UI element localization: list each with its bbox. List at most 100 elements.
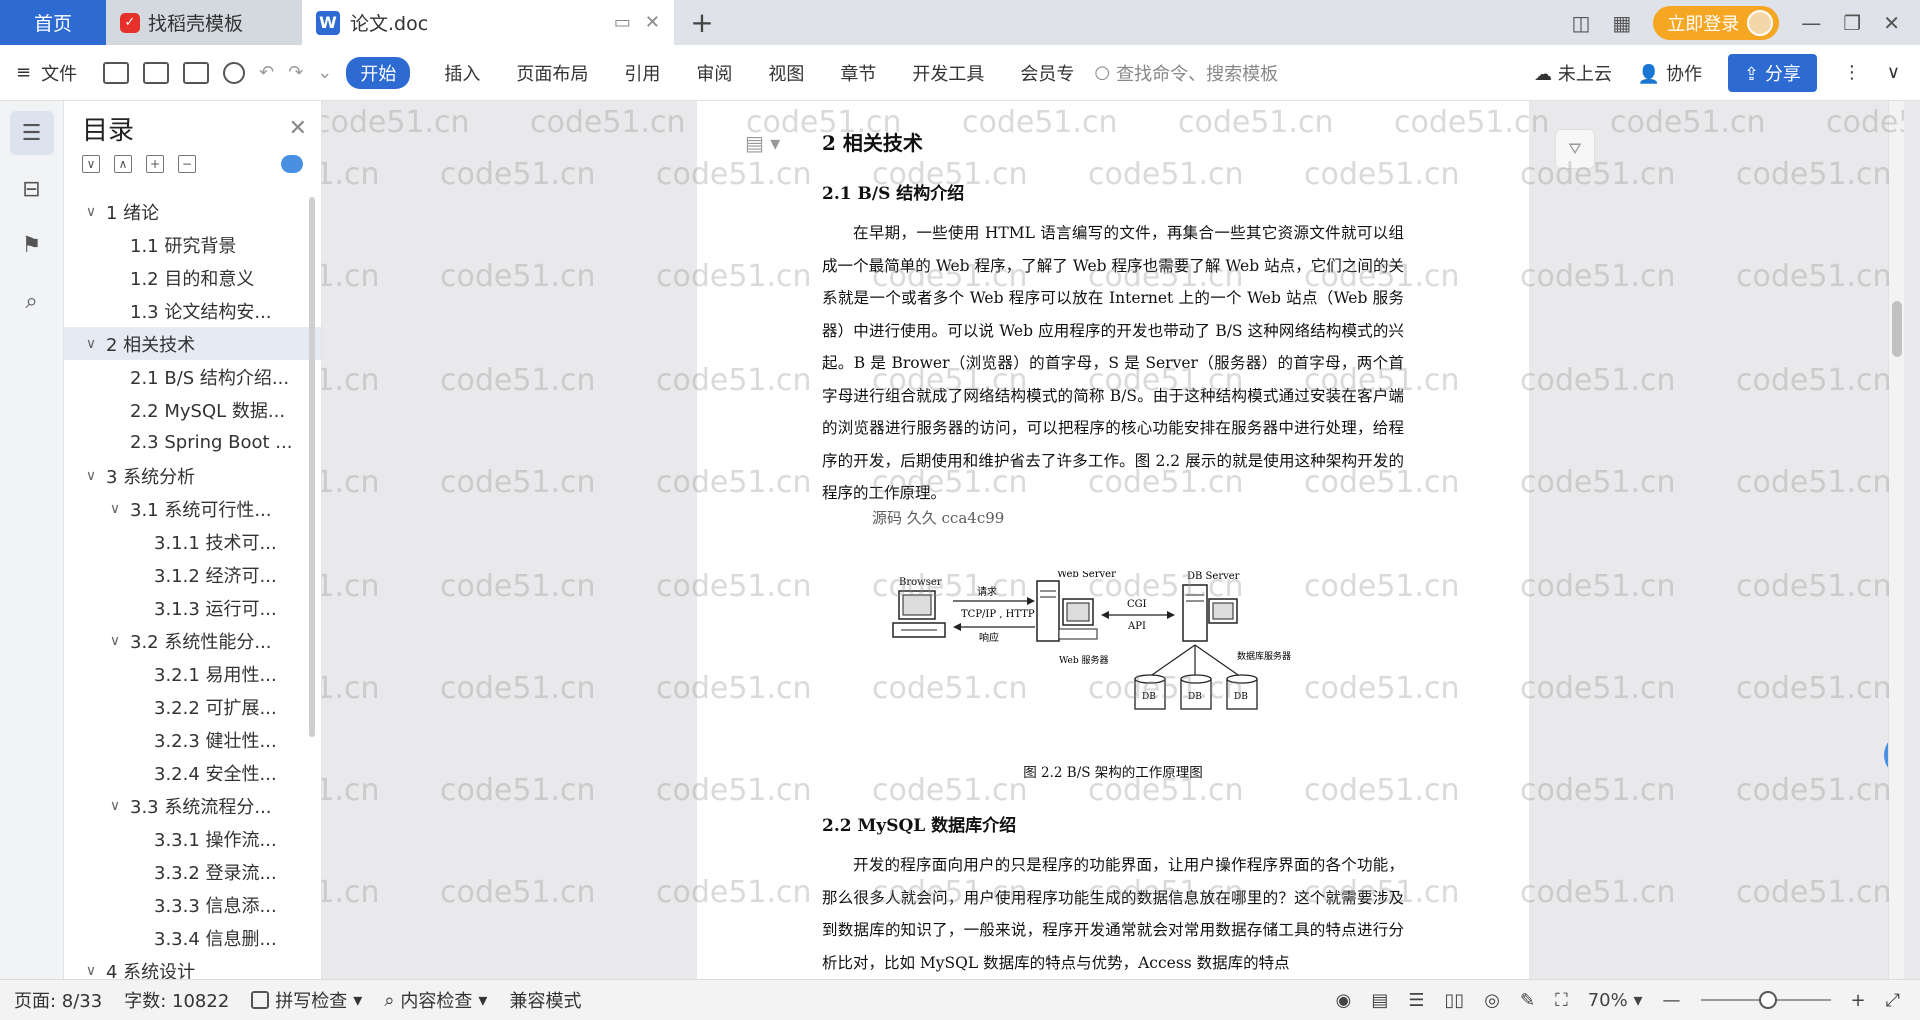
page-view-icon[interactable]: ▤ [1371,990,1388,1011]
smart-toc-icon[interactable] [281,155,303,173]
content-check[interactable]: ⌕ 内容检查 ▾ [384,987,487,1013]
toc-scrollbar[interactable] [309,197,315,737]
more-dropdown-icon[interactable]: ⌄ [317,62,332,83]
toc-item[interactable]: ∨ 2 相关技术 [64,327,321,360]
filter-icon[interactable]: ⛛ [1555,129,1595,169]
menu-references[interactable]: 引用 [624,60,660,86]
chevron-down-icon[interactable]: ∨ [106,798,124,814]
menu-member[interactable]: 会员专 [1020,60,1074,86]
export-icon[interactable] [143,61,170,84]
chevron-down-icon[interactable]: ∨ [82,963,100,979]
toc-item[interactable]: 3.2.1 易用性... [64,657,321,690]
find-icon[interactable]: ⌕ [10,279,54,323]
page-count[interactable]: 页面: 8/33 [14,987,102,1013]
toc-item[interactable]: 2.1 B/S 结构介绍... [64,360,321,393]
undo-icon[interactable]: ↶ [259,62,274,83]
zoom-out-icon[interactable]: — [1663,990,1681,1011]
redo-icon[interactable]: ↷ [288,62,303,83]
menu-insert[interactable]: 插入 [444,60,480,86]
toc-item[interactable]: 2.3 Spring Boot ... [64,426,321,459]
collaborate-button[interactable]: 👤 协作 [1638,60,1702,86]
toc-item[interactable]: 3.3.2 登录流... [64,855,321,888]
toc-item[interactable]: 1.3 论文结构安... [64,294,321,327]
login-button[interactable]: 立即登录 [1653,5,1780,40]
toc-item[interactable]: 3.3.1 操作流... [64,822,321,855]
toc-item[interactable]: 3.1.2 经济可... [64,558,321,591]
chevron-down-icon[interactable]: ∨ [82,468,100,484]
toc-item[interactable]: 3.2.3 健壮性... [64,723,321,756]
share-button[interactable]: ⇪ 分享 [1728,53,1817,92]
document-outline-icon[interactable]: ▤ ▾ [745,131,780,155]
menu-view[interactable]: 视图 [768,60,804,86]
add-heading-icon[interactable]: + [146,155,164,173]
zoom-knob[interactable] [1758,991,1777,1009]
toc-item[interactable]: 1.2 目的和意义 [64,261,321,294]
toc-item[interactable]: 3.2.4 安全性... [64,756,321,789]
toc-item[interactable]: 2.2 MySQL 数据... [64,393,321,426]
toc-item[interactable]: 3.1.3 运行可... [64,591,321,624]
fullscreen-icon[interactable]: ⤢ [1886,990,1900,1011]
toc-item[interactable]: ∨ 3.3 系统流程分... [64,789,321,822]
layout-icon[interactable]: ◫ [1571,11,1590,35]
tab-document[interactable]: W 论文.doc ▭ ✕ [302,0,674,45]
menu-start[interactable]: 开始 [346,56,411,89]
eye-protection-icon[interactable]: ◉ [1336,990,1352,1011]
vertical-scrollbar[interactable] [1888,101,1904,979]
menu-developer[interactable]: 开发工具 [912,60,984,86]
save-icon[interactable] [103,61,130,84]
toc-item[interactable]: ∨ 4 系统设计 [64,954,321,980]
menu-page-layout[interactable]: 页面布局 [516,60,588,86]
word-count[interactable]: 字数: 10822 [124,987,229,1013]
new-tab-button[interactable]: + [674,0,730,45]
fit-page-icon[interactable]: ⛶ [1555,990,1568,1011]
file-menu[interactable]: ≡ 文件 [16,60,77,86]
scroll-thumb[interactable] [1892,301,1902,357]
collapse-ribbon-icon[interactable]: ∨ [1887,62,1900,83]
command-search[interactable]: ○ 查找命令、搜索模板 [1094,60,1278,86]
window-mode-icon[interactable]: ▭ [614,12,631,33]
print-icon[interactable] [183,61,210,84]
zoom-in-icon[interactable]: + [1851,990,1866,1011]
close-icon[interactable]: ✕ [289,116,307,141]
expand-all-icon[interactable]: ∨ [82,155,100,173]
minimize-icon[interactable]: — [1801,11,1821,35]
spell-check[interactable]: 拼写检查 ▾ [251,987,362,1013]
overlay-note: 源码 久久 cca4c99 [872,509,1005,527]
document-page[interactable]: ▤ ▾ 2 相关技术 2.1 B/S 结构介绍 在早期，一些使用 HTML 语言… [697,101,1529,979]
cloud-status[interactable]: ☁ 未上云 [1534,60,1612,86]
chevron-down-icon[interactable]: ∨ [82,204,100,220]
menu-section[interactable]: 章节 [840,60,876,86]
bookmark-icon[interactable]: ⚑ [10,223,54,267]
toc-item[interactable]: 3.3.3 信息添... [64,888,321,921]
close-window-icon[interactable]: ✕ [1883,11,1900,35]
restore-icon[interactable]: ❐ [1843,11,1861,35]
toc-panel-icon[interactable]: ☰ [9,111,54,155]
navigation-icon[interactable]: ⊟ [10,167,54,211]
tab-template[interactable]: ✓ 找稻壳模板 [106,0,302,45]
pen-icon[interactable]: ✎ [1520,990,1535,1011]
toc-item[interactable]: 3.3.4 信息删... [64,921,321,954]
chevron-down-icon[interactable]: ∨ [106,501,124,517]
web-view-icon[interactable]: ◎ [1484,990,1500,1011]
zoom-slider[interactable] [1700,991,1831,1009]
remove-heading-icon[interactable]: − [178,155,196,173]
toc-item[interactable]: ∨ 1 绪论 [64,195,321,228]
close-tab-icon[interactable]: ✕ [645,12,660,33]
toc-item[interactable]: 3.2.2 可扩展... [64,690,321,723]
preview-icon[interactable] [223,61,246,84]
toc-item[interactable]: ∨ 3.1 系统可行性... [64,492,321,525]
collapse-all-icon[interactable]: ∧ [114,155,132,173]
menu-review[interactable]: 审阅 [696,60,732,86]
chevron-down-icon[interactable]: ∨ [106,633,124,649]
reading-view-icon[interactable]: ▯▯ [1444,990,1464,1011]
outline-view-icon[interactable]: ☰ [1408,990,1424,1011]
toc-item[interactable]: 1.1 研究背景 [64,228,321,261]
more-options-icon[interactable]: ⋮ [1843,62,1861,83]
toc-item[interactable]: ∨ 3.2 系统性能分... [64,624,321,657]
chevron-down-icon[interactable]: ∨ [82,336,100,352]
zoom-level[interactable]: 70% ▾ [1588,990,1643,1011]
grid-apps-icon[interactable]: ▦ [1612,11,1631,35]
toc-item[interactable]: 3.1.1 技术可... [64,525,321,558]
toc-item[interactable]: ∨ 3 系统分析 [64,459,321,492]
tab-home[interactable]: 首页 [0,0,106,45]
